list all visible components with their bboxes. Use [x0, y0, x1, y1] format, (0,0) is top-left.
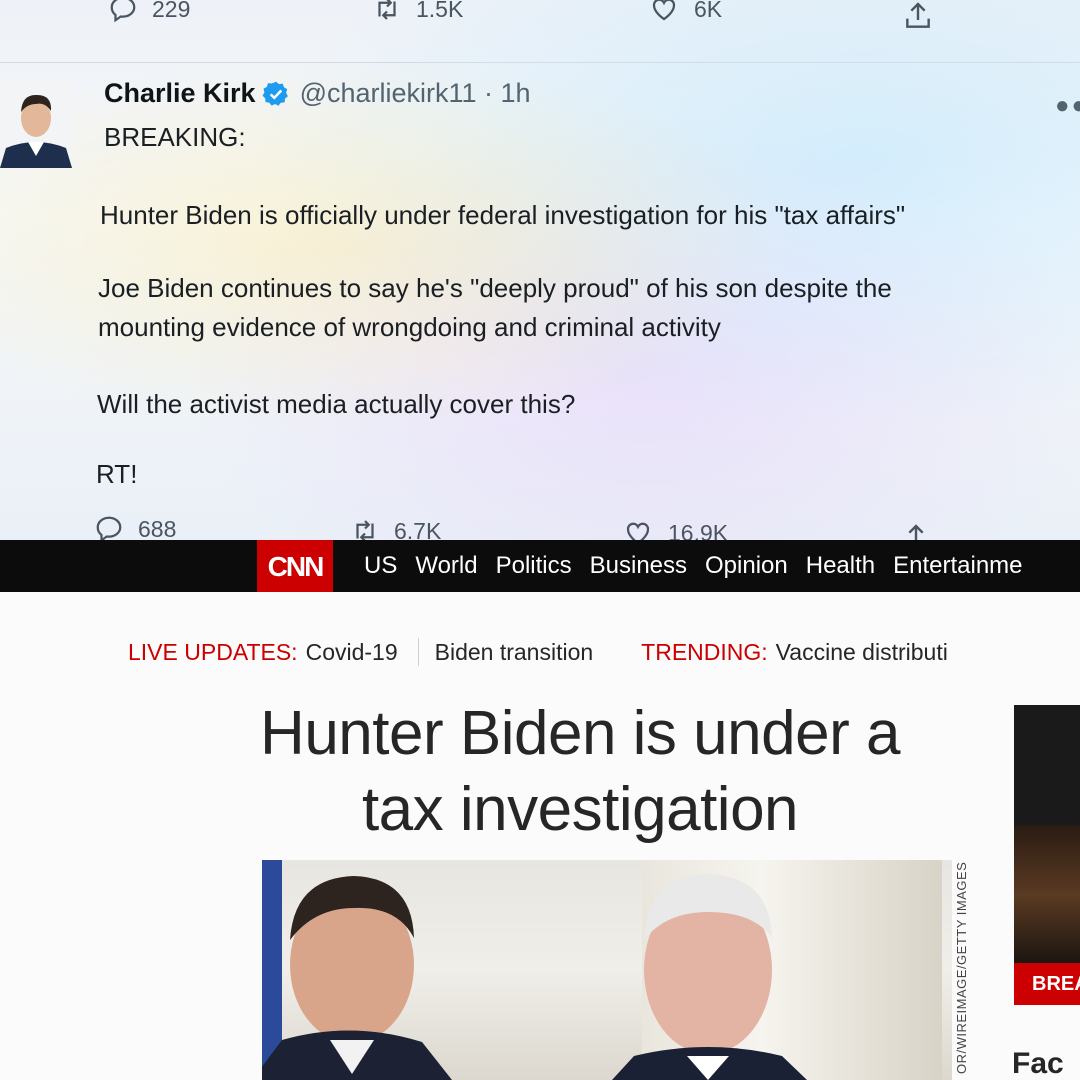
trending-label: TRENDING: [641, 638, 768, 665]
retweet-button[interactable]: 6.7K [350, 516, 441, 540]
nav-item-world[interactable]: World [415, 552, 477, 580]
tweet-text-line: RT! [96, 459, 138, 489]
like-button[interactable]: 16.9K [622, 518, 728, 540]
reply-count: 688 [138, 515, 177, 541]
article-headline: Hunter Biden is under a tax investigatio… [170, 696, 990, 848]
tweet-text-line: BREAKING: [104, 122, 246, 152]
like-count: 16.9K [668, 519, 729, 541]
cnn-logo-text: CNN [267, 551, 325, 582]
tweet-text-line: mounting evidence of wrongdoing and crim… [98, 312, 721, 342]
trending-link[interactable]: Vaccine distributi [776, 639, 948, 666]
more-options-icon[interactable]: ●● [1055, 92, 1080, 120]
prev-tweet-action-bar: 229 1.5K 6K [0, 0, 1080, 34]
share-button[interactable] [900, 522, 932, 540]
retweet-icon [378, 0, 396, 20]
tweet-action-bar: 688 6.7K 16.9K [0, 514, 1080, 540]
nav-item-opinion[interactable]: Opinion [705, 552, 788, 580]
photo-subjects [262, 874, 807, 1080]
updates-ticker: LIVE UPDATES: Covid-19 Biden transition … [128, 638, 948, 666]
side-story-title[interactable]: Fac [1012, 1047, 1064, 1080]
heart-icon [626, 522, 650, 540]
headline-line: tax investigation [361, 775, 799, 844]
headline-line: Hunter Biden is under a [260, 699, 900, 768]
biden-transition-link[interactable]: Biden transition [435, 639, 594, 666]
nav-item-entertainment[interactable]: Entertainme [893, 552, 1022, 580]
share-icon [908, 524, 924, 540]
tweet-text-line: Hunter Biden is officially under federal… [100, 200, 906, 230]
retweet-count: 6.7K [394, 517, 442, 541]
nav-item-politics[interactable]: Politics [496, 552, 572, 580]
live-updates-link[interactable]: Covid-19 [306, 639, 398, 666]
retweet-button[interactable]: 1.5K [372, 0, 463, 24]
tweet-text-line: Will the activist media actually cover t… [97, 389, 576, 419]
cnn-nav-bar: CNN US World Politics Business Opinion H… [0, 540, 1080, 592]
cnn-article-page: LIVE UPDATES: Covid-19 Biden transition … [0, 592, 1080, 1080]
tweet-text-line: Joe Biden continues to say he's "deeply … [98, 273, 892, 303]
retweet-count: 1.5K [416, 0, 464, 22]
side-video-thumbnail[interactable] [1014, 705, 1080, 1005]
verified-badge-icon [262, 81, 288, 106]
author-handle-time[interactable]: @charliekirk11 · 1h [300, 78, 531, 109]
article-photo [262, 860, 952, 1080]
nav-item-us[interactable]: US [364, 552, 397, 580]
nav-item-business[interactable]: Business [590, 552, 687, 580]
like-button[interactable]: 6K [648, 0, 722, 24]
breaking-badge: BREA [1014, 963, 1080, 1005]
ticker-divider [417, 638, 419, 666]
avatar[interactable] [0, 78, 72, 168]
reply-icon [110, 0, 136, 23]
live-updates-label: LIVE UPDATES: [128, 638, 298, 665]
retweet-icon [356, 520, 374, 540]
heart-icon [652, 0, 676, 21]
share-button[interactable] [902, 0, 934, 32]
nav-item-health[interactable]: Health [806, 552, 875, 580]
tweet-divider [0, 62, 1080, 63]
photo-credit-text: OR/WIREIMAGE/GETTY IMAGES [954, 861, 969, 1074]
like-count: 6K [694, 0, 723, 22]
author-name[interactable]: Charlie Kirk [104, 78, 256, 109]
reply-count: 229 [152, 0, 191, 22]
nav-menu: US World Politics Business Opinion Healt… [364, 540, 1023, 592]
twitter-feed: 229 1.5K 6K Charlie Kirk @charliekirk11 … [0, 0, 1080, 540]
reply-button[interactable]: 688 [94, 514, 176, 540]
reply-icon [96, 516, 122, 540]
share-icon [906, 2, 930, 28]
reply-button[interactable]: 229 [108, 0, 190, 24]
tweet-header: Charlie Kirk @charliekirk11 · 1h [104, 78, 531, 109]
cnn-logo[interactable]: CNN [257, 540, 333, 592]
photo-credit: OR/WIREIMAGE/GETTY IMAGES [952, 860, 976, 1080]
